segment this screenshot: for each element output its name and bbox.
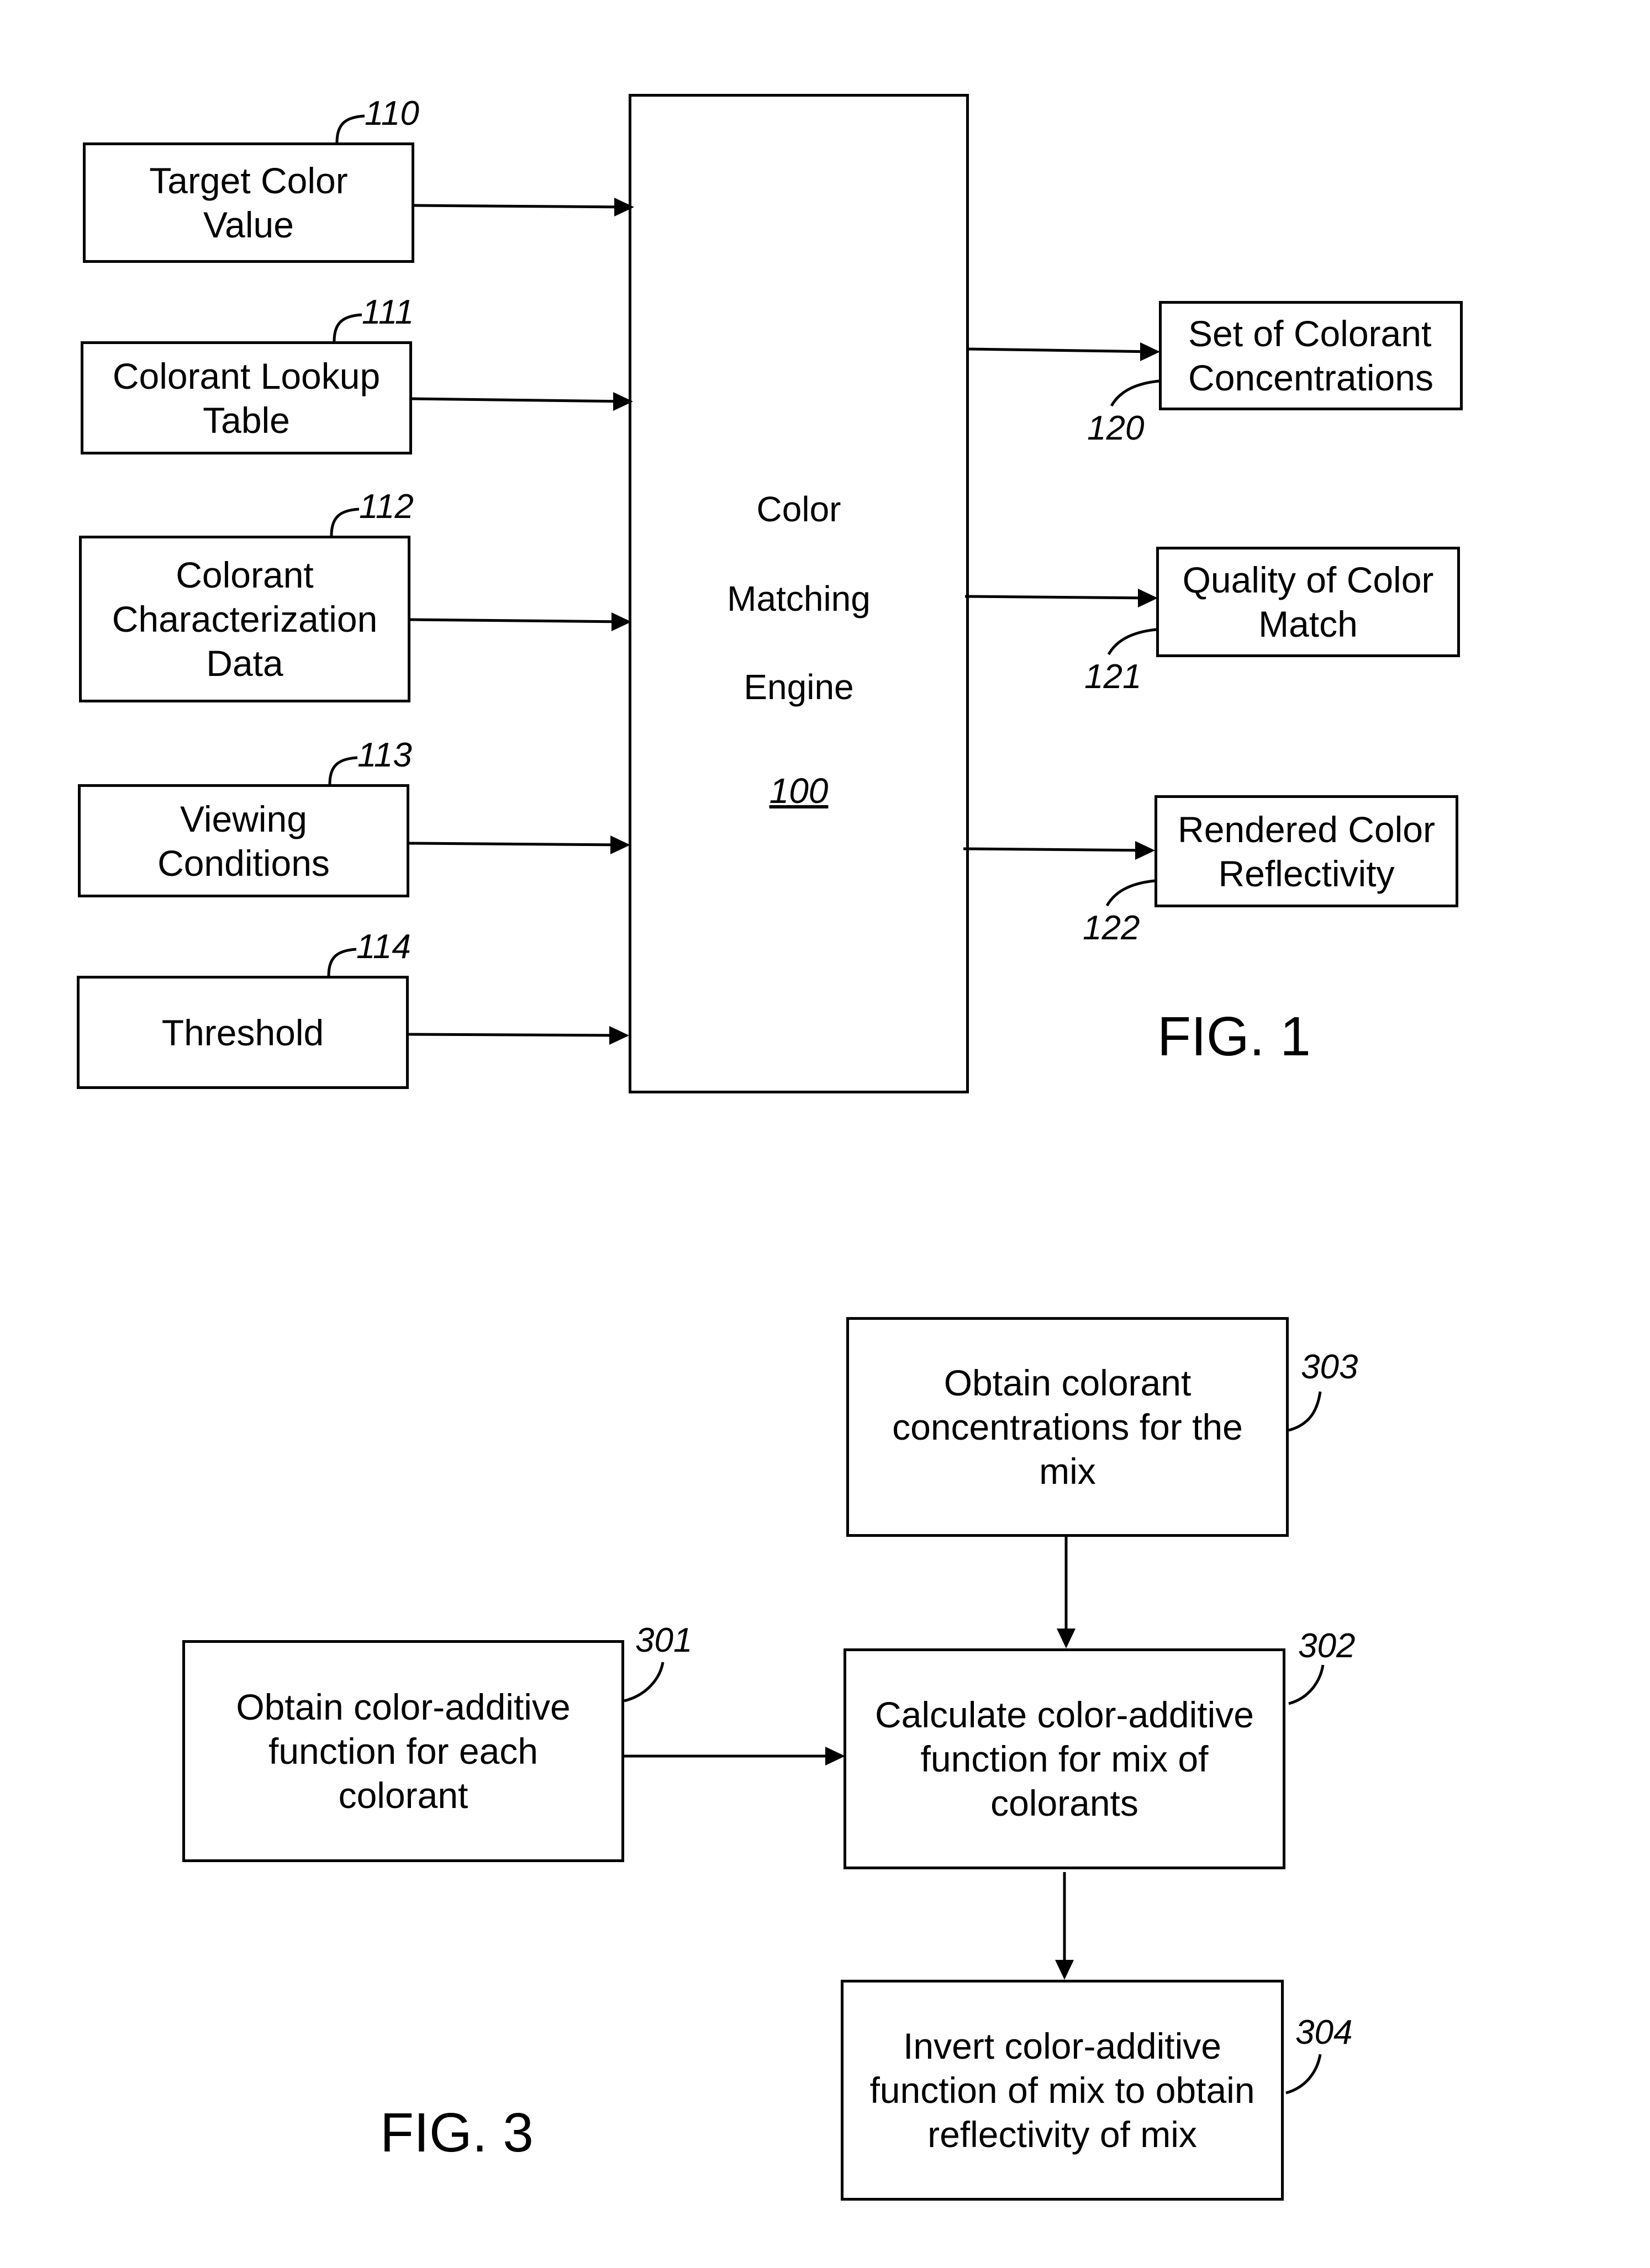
arrowhead [1135,841,1155,860]
arrow-110 [414,204,630,209]
ref-label: 120 [1087,409,1145,447]
step-label: Obtain color-additive function for each … [236,1687,571,1816]
step-label: Invert color-additive function of mix to… [869,2026,1255,2155]
input-label: Target Color Value [149,160,348,245]
engine-label-line3: Engine [744,667,854,707]
output-box-set-of-colorant-concentrations: Set of Colorant Concentrations [1159,301,1463,410]
arrowhead [825,1747,845,1765]
arrow-113 [409,842,626,847]
ref-label: 301 [635,1621,693,1659]
ref-label: 113 [357,736,412,774]
arrowhead [1140,342,1160,361]
arrowhead [1057,1629,1076,1648]
step-box-301: Obtain color-additive function for each … [182,1640,624,1862]
ref-label: 304 [1295,2013,1353,2052]
engine-ref: 100 [769,771,829,811]
engine-label-line1: Color [756,489,841,529]
input-box-threshold: Threshold [77,976,409,1089]
figure-title-fig1: FIG. 1 [1157,1006,1311,1067]
arrowhead [1138,589,1158,607]
input-box-target-color-value: Target Color Value [83,142,414,263]
input-label: Threshold [161,1012,324,1053]
arrow-120 [967,347,1156,353]
ref-label: 110 [365,94,419,133]
arrowhead [609,1026,629,1045]
arrowhead [1055,1960,1074,1980]
arrow-112 [410,618,628,623]
output-label: Rendered Color Reflectivity [1178,808,1435,894]
ref-label: 111 [362,293,414,331]
ref-label: 114 [356,928,411,966]
output-label: Quality of Color Match [1182,559,1434,644]
ref-label: 112 [359,488,414,526]
arrow-111 [412,397,629,403]
step-box-302: Calculate color-additive function for mi… [844,1648,1285,1869]
ref-label: 302 [1298,1627,1356,1665]
color-matching-engine-box: Color Matching Engine 100 [629,94,969,1093]
ref-label: 121 [1084,658,1142,696]
input-label: Colorant Lookup Table [112,355,381,441]
input-box-colorant-characterization-data: Colorant Characterization Data [79,536,410,702]
arrow-122 [963,847,1151,852]
input-box-viewing-conditions: Viewing Conditions [78,784,409,897]
figure-title-fig3: FIG. 3 [380,2102,534,2164]
input-label: Viewing Conditions [157,798,330,884]
engine-label-line2: Matching [727,579,871,618]
ref-label: 122 [1083,909,1140,947]
output-label: Set of Colorant Concentrations [1188,313,1433,398]
output-box-rendered-color-reflectivity: Rendered Color Reflectivity [1155,795,1458,907]
step-label: Obtain colorant concentrations for the m… [892,1362,1243,1492]
input-label: Colorant Characterization Data [112,554,378,684]
output-box-quality-of-color-match: Quality of Color Match [1156,547,1460,657]
arrow-121 [964,595,1154,600]
ref-label: 303 [1301,1348,1358,1386]
input-box-colorant-lookup-table: Colorant Lookup Table [81,341,412,454]
arrowhead [610,836,630,854]
step-box-303: Obtain colorant concentrations for the m… [846,1317,1289,1537]
arrow-114 [408,1033,625,1037]
step-box-304: Invert color-additive function of mix to… [841,1980,1284,2201]
step-label: Calculate color-additive function for mi… [874,1694,1254,1823]
